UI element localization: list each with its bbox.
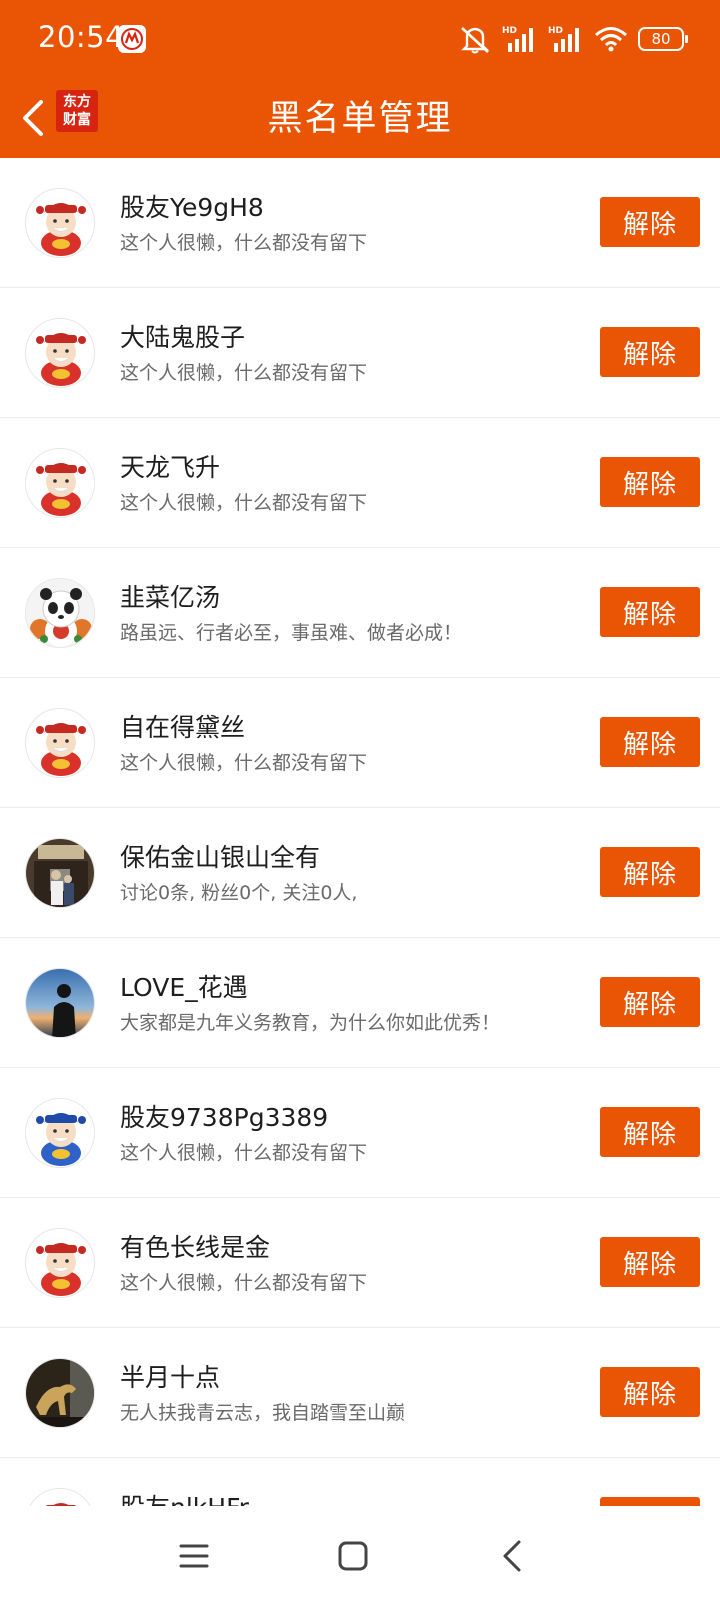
app-header: 20:54 HD HD 80 东方 财富 黑名单管理 [0, 0, 720, 158]
fortune-god-avatar-icon [26, 1489, 94, 1506]
list-item[interactable]: 大陆鬼股子这个人很懒，什么都没有留下 解除 [0, 288, 720, 418]
battery-icon: 80 [638, 27, 688, 51]
menu-button[interactable] [164, 1526, 224, 1586]
home-icon [338, 1541, 368, 1571]
user-name: 半月十点 [120, 1363, 221, 1392]
user-name: 天龙飞升 [120, 453, 221, 482]
user-name: 自在得黛丝 [120, 713, 246, 742]
avatar[interactable] [25, 1358, 95, 1428]
fortune-god-avatar-icon [26, 189, 94, 257]
user-bio: 讨论0条, 粉丝0个, 关注0人, [120, 882, 358, 904]
avatar[interactable] [25, 318, 95, 388]
user-name: 韭菜亿汤 [120, 583, 221, 612]
wifi-icon [595, 27, 627, 52]
fortune-god-avatar-icon [26, 1229, 94, 1297]
user-name: 有色长线是金 [120, 1233, 271, 1262]
user-bio: 这个人很懒，什么都没有留下 [120, 232, 368, 254]
avatar[interactable] [25, 448, 95, 518]
page-title: 黑名单管理 [267, 99, 453, 139]
app-badge-icon [118, 25, 146, 53]
user-name: 保佑金山银山全有 [120, 843, 321, 872]
unblock-button[interactable]: 解除 [600, 717, 700, 767]
hd-signal-icon: HD [502, 26, 533, 52]
svg-text:HD: HD [548, 26, 563, 36]
sunset-avatar-icon [26, 969, 94, 1037]
user-bio: 大家都是九年义务教育，为什么你如此优秀！ [120, 1012, 501, 1034]
unblock-button[interactable]: 解除 [600, 1367, 700, 1417]
status-time: 20:54 [38, 20, 125, 54]
list-item[interactable]: 自在得黛丝这个人很懒，什么都没有留下 解除 [0, 678, 720, 808]
list-item[interactable]: 半月十点无人扶我青云志，我自踏雪至山巅 解除 [0, 1328, 720, 1458]
list-item[interactable]: 股友Ye9gH8 这个人很懒，什么都没有留下 解除 [0, 158, 720, 288]
list-item[interactable]: 股友nlkHFr 解除 [0, 1458, 720, 1506]
avatar[interactable] [25, 1488, 95, 1506]
list-item[interactable]: 有色长线是金这个人很懒，什么都没有留下 解除 [0, 1198, 720, 1328]
menu-icon [179, 1544, 209, 1568]
unblock-button[interactable]: 解除 [600, 457, 700, 507]
user-bio: 路虽远、行者必至，事虽难、做者必成！ [120, 622, 463, 644]
fortune-god-avatar-icon [26, 449, 94, 517]
unblock-button[interactable]: 解除 [600, 977, 700, 1027]
avatar[interactable] [25, 968, 95, 1038]
unblock-button[interactable]: 解除 [600, 327, 700, 377]
avatar[interactable] [25, 838, 95, 908]
svg-text:HD: HD [502, 26, 517, 36]
home-button[interactable] [323, 1526, 383, 1586]
status-icons: HD HD 80 [458, 22, 688, 56]
unblock-button[interactable]: 解除 [600, 587, 700, 637]
user-name: 股友Ye9gH8 [120, 193, 264, 222]
list-item[interactable]: LOVE_花遇大家都是九年义务教育，为什么你如此优秀！ 解除 [0, 938, 720, 1068]
user-name: 大陆鬼股子 [120, 323, 246, 352]
unblock-button[interactable]: 解除 [600, 1107, 700, 1157]
unblock-button[interactable]: 解除 [600, 197, 700, 247]
system-back-button[interactable] [482, 1526, 542, 1586]
user-name: 股友9738Pg3389 [120, 1103, 329, 1132]
list-item[interactable]: 天龙飞升这个人很懒，什么都没有留下 解除 [0, 418, 720, 548]
horse-avatar-icon [26, 1359, 94, 1427]
unblock-button[interactable]: 解除 [600, 847, 700, 897]
user-name: 股友nlkHFr [120, 1488, 249, 1506]
photo-avatar-icon [26, 839, 94, 907]
hd-signal-icon: HD [548, 26, 579, 52]
fortune-god-avatar-icon [26, 709, 94, 777]
unblock-button[interactable]: 解除 [600, 1497, 700, 1506]
avatar[interactable] [25, 188, 95, 258]
avatar[interactable] [25, 578, 95, 648]
nav-bar: 东方 财富 黑名单管理 [0, 78, 720, 158]
user-bio: 这个人很懒，什么都没有留下 [120, 1142, 368, 1164]
avatar[interactable] [25, 708, 95, 778]
fortune-god-avatar-icon [26, 319, 94, 387]
list-item[interactable]: 保佑金山银山全有讨论0条, 粉丝0个, 关注0人, 解除 [0, 808, 720, 938]
user-bio: 这个人很懒，什么都没有留下 [120, 1272, 368, 1294]
user-name: LOVE_花遇 [120, 973, 248, 1002]
user-bio: 无人扶我青云志，我自踏雪至山巅 [120, 1402, 406, 1424]
system-navigation-bar [0, 1506, 720, 1600]
user-bio: 这个人很懒，什么都没有留下 [120, 362, 368, 384]
avatar[interactable] [25, 1098, 95, 1168]
blacklist: 股友Ye9gH8 这个人很懒，什么都没有留下 解除 大陆鬼股子 这个人很懒，什么都没有留… [0, 158, 720, 1506]
fortune-god-blue-avatar-icon [26, 1099, 94, 1167]
mute-icon [461, 27, 489, 54]
list-item[interactable]: 韭菜亿汤路虽远、行者必至，事虽难、做者必成！ 解除 [0, 548, 720, 678]
user-bio: 这个人很懒，什么都没有留下 [120, 752, 368, 774]
list-item[interactable]: 股友9738Pg3389 这个人很懒，什么都没有留下 解除 [0, 1068, 720, 1198]
avatar[interactable] [25, 1228, 95, 1298]
status-bar: 20:54 HD HD 80 [0, 0, 720, 78]
panda-avatar-icon [26, 579, 94, 647]
user-bio: 这个人很懒，什么都没有留下 [120, 492, 368, 514]
back-icon [503, 1540, 521, 1572]
unblock-button[interactable]: 解除 [600, 1237, 700, 1287]
